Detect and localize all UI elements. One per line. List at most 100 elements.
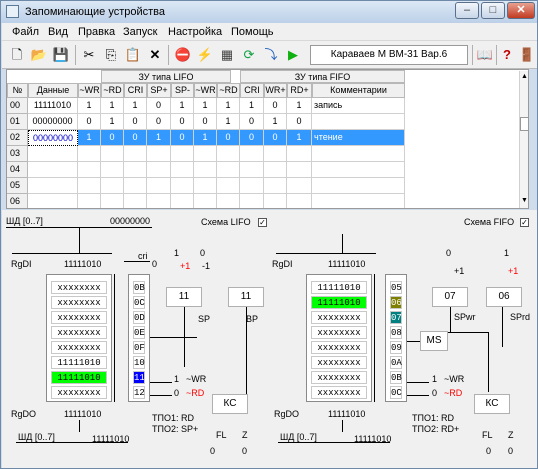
row-number[interactable]: 05	[7, 178, 28, 194]
table-cell-signal[interactable]	[194, 162, 217, 178]
table-cell-signal[interactable]: 0	[147, 98, 171, 114]
table-cell-signal[interactable]	[217, 178, 240, 194]
minimize-button[interactable]: –	[455, 2, 479, 19]
menu-edit[interactable]: Правка	[78, 26, 115, 38]
chip-icon[interactable]: ▦	[218, 46, 236, 64]
row-number[interactable]: 01	[7, 114, 28, 130]
paste-icon[interactable]: 📋	[124, 46, 142, 64]
menu-file[interactable]: Файл	[12, 26, 39, 38]
table-cell-signal[interactable]	[101, 162, 124, 178]
table-cell-signal[interactable]	[78, 178, 101, 194]
table-cell-signal[interactable]	[101, 194, 124, 208]
table-cell-signal[interactable]	[171, 162, 194, 178]
table-cell-signal[interactable]	[240, 194, 264, 208]
table-cell-signal[interactable]: 1	[240, 98, 264, 114]
table-cell-signal[interactable]	[240, 162, 264, 178]
close-button[interactable]: ✕	[507, 2, 535, 19]
table-cell-signal[interactable]	[264, 194, 287, 208]
table-cell-signal[interactable]	[171, 194, 194, 208]
save-icon[interactable]: 💾	[52, 46, 70, 64]
table-cell-comment[interactable]	[312, 146, 405, 162]
table-cell-signal[interactable]	[101, 146, 124, 162]
row-number[interactable]: 04	[7, 162, 28, 178]
table-cell-signal[interactable]	[287, 178, 312, 194]
book-icon[interactable]: 📖	[476, 46, 494, 64]
table-cell-signal[interactable]: 0	[147, 114, 171, 130]
table-cell-signal[interactable]	[78, 146, 101, 162]
new-file-icon[interactable]: 🗋	[8, 46, 26, 64]
stop-icon[interactable]: ⛔	[174, 46, 192, 64]
menu-run[interactable]: Запуск	[123, 26, 157, 38]
table-cell-signal[interactable]: 1	[78, 130, 101, 146]
table-scrollbar[interactable]: ▲ ▼	[519, 71, 528, 208]
table-cell-signal[interactable]	[287, 146, 312, 162]
table-cell-signal[interactable]: 1	[171, 98, 194, 114]
table-cell-signal[interactable]: 1	[264, 114, 287, 130]
step-icon[interactable]: ⤵	[262, 46, 280, 64]
table-cell-signal[interactable]: 0	[240, 114, 264, 130]
table-cell-signal[interactable]	[194, 194, 217, 208]
table-cell-data[interactable]	[28, 162, 78, 178]
table-cell-signal[interactable]: 0	[78, 114, 101, 130]
table-cell-data[interactable]: 11111010	[28, 98, 78, 114]
table-cell-data[interactable]	[28, 146, 78, 162]
table-cell-signal[interactable]	[264, 146, 287, 162]
table-cell-comment[interactable]	[312, 114, 405, 130]
table-cell-signal[interactable]	[147, 162, 171, 178]
lightning-icon[interactable]: ⚡	[196, 46, 214, 64]
table-cell-comment[interactable]	[312, 194, 405, 208]
table-cell-signal[interactable]	[217, 146, 240, 162]
maximize-button[interactable]: □	[481, 2, 505, 19]
table-cell-signal[interactable]	[194, 178, 217, 194]
table-cell-signal[interactable]: 1	[147, 130, 171, 146]
table-cell-comment[interactable]	[312, 178, 405, 194]
exit-icon[interactable]: 🚪	[518, 46, 536, 64]
table-cell-signal[interactable]: 0	[171, 114, 194, 130]
table-cell-data[interactable]	[28, 178, 78, 194]
open-folder-icon[interactable]: 📂	[30, 46, 48, 64]
table-cell-signal[interactable]: 0	[171, 130, 194, 146]
table-cell-signal[interactable]	[194, 146, 217, 162]
table-cell-comment[interactable]	[312, 162, 405, 178]
table-cell-signal[interactable]	[217, 162, 240, 178]
table-cell-signal[interactable]: 1	[194, 130, 217, 146]
lifo-scheme-checkbox[interactable]: ✓	[258, 218, 267, 227]
table-cell-signal[interactable]	[287, 162, 312, 178]
table-cell-signal[interactable]	[217, 194, 240, 208]
table-cell-signal[interactable]	[124, 162, 147, 178]
table-cell-signal[interactable]	[147, 194, 171, 208]
table-cell-signal[interactable]: 1	[287, 130, 312, 146]
table-cell-signal[interactable]: 1	[78, 98, 101, 114]
refresh-icon[interactable]: ⟳	[240, 46, 258, 64]
cut-icon[interactable]: ✂	[80, 46, 98, 64]
menu-view[interactable]: Вид	[48, 26, 68, 38]
table-cell-data[interactable]	[28, 194, 78, 208]
table-cell-signal[interactable]	[147, 178, 171, 194]
table-cell-signal[interactable]	[147, 146, 171, 162]
table-cell-signal[interactable]	[287, 194, 312, 208]
table-cell-signal[interactable]: 0	[264, 98, 287, 114]
table-cell-signal[interactable]	[171, 178, 194, 194]
table-cell-signal[interactable]	[240, 146, 264, 162]
table-cell-signal[interactable]: 0	[124, 114, 147, 130]
menu-help[interactable]: Помощь	[231, 26, 274, 38]
run-icon[interactable]: ▶	[284, 46, 302, 64]
table-cell-signal[interactable]: 0	[101, 130, 124, 146]
table-cell-signal[interactable]: 0	[240, 130, 264, 146]
table-cell-signal[interactable]: 1	[287, 98, 312, 114]
table-cell-signal[interactable]: 0	[287, 114, 312, 130]
table-cell-data[interactable]: 00000000	[28, 130, 78, 146]
program-table[interactable]: ЗУ типа LIFO ЗУ типа FIFO № Данные ~WR ~RD C…	[6, 69, 529, 209]
table-cell-signal[interactable]: 0	[264, 130, 287, 146]
table-cell-signal[interactable]	[78, 194, 101, 208]
table-cell-signal[interactable]	[240, 178, 264, 194]
table-cell-comment[interactable]: чтение	[312, 130, 405, 146]
copy-icon[interactable]: ⎘	[102, 46, 120, 64]
table-cell-signal[interactable]	[124, 178, 147, 194]
help-icon[interactable]: ?	[498, 46, 516, 64]
row-number[interactable]: 06	[7, 194, 28, 208]
fifo-scheme-checkbox[interactable]: ✓	[520, 218, 529, 227]
table-cell-signal[interactable]: 1	[101, 114, 124, 130]
table-cell-signal[interactable]: 0	[194, 114, 217, 130]
table-cell-signal[interactable]: 0	[124, 130, 147, 146]
